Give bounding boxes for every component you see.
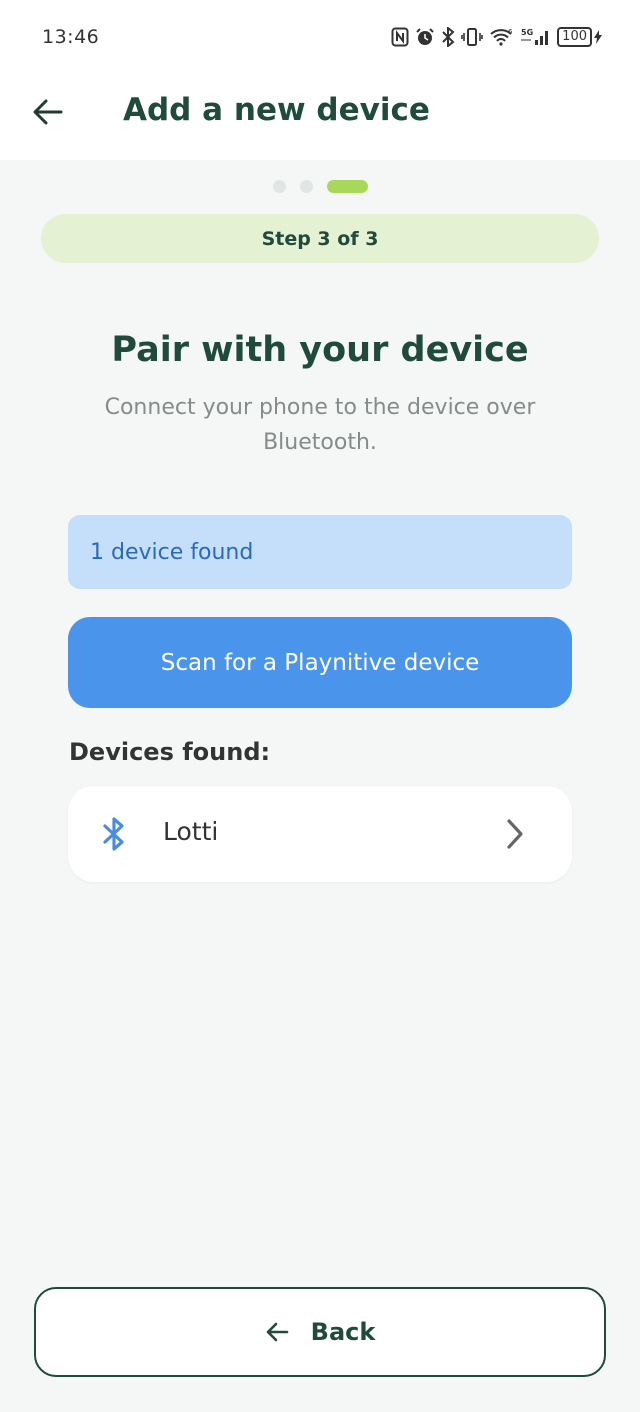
status-icons: 6 5G 100 — [391, 24, 602, 50]
status-bar: 13:46 6 5G 100 — [0, 0, 640, 70]
vibrate-icon — [461, 28, 483, 46]
progress-dot-3-active — [326, 180, 368, 193]
devices-found-label: Devices found: — [69, 738, 271, 766]
bluetooth-icon — [442, 27, 455, 47]
section-title: Pair with your device — [111, 330, 529, 370]
progress-dot-2 — [299, 180, 313, 193]
svg-text:6: 6 — [508, 28, 513, 36]
device-name: Lotti — [163, 817, 219, 846]
app-header: Add a new device — [0, 70, 640, 160]
step-indicator: Step 3 of 3 — [41, 214, 599, 263]
header-back-button[interactable] — [30, 94, 66, 130]
scan-button[interactable]: Scan for a Playnitive device — [68, 617, 572, 708]
devices-found-banner: 1 device found — [68, 515, 572, 589]
battery-level: 100 — [557, 27, 592, 47]
status-time: 13:46 — [42, 26, 100, 48]
chevron-right-icon — [507, 819, 523, 849]
alarm-icon — [416, 28, 434, 45]
device-list-item[interactable]: Lotti — [68, 786, 572, 882]
svg-text:5G: 5G — [521, 28, 533, 37]
arrow-left-icon — [266, 1322, 288, 1342]
back-button[interactable]: Back — [34, 1287, 606, 1377]
page-title: Add a new device — [123, 92, 430, 128]
charging-icon — [594, 30, 602, 44]
signal-icon: 5G — [521, 28, 549, 45]
progress-dot-1 — [272, 180, 286, 193]
wifi-icon: 6 — [490, 28, 513, 46]
battery-icon: 100 — [557, 27, 602, 47]
nfc-icon — [391, 27, 409, 47]
step-progress-dots — [0, 180, 640, 193]
arrow-left-icon — [33, 99, 63, 125]
bluetooth-icon — [103, 817, 124, 851]
section-subtitle: Connect your phone to the device over Bl… — [104, 395, 536, 455]
back-button-label: Back — [310, 1318, 376, 1346]
